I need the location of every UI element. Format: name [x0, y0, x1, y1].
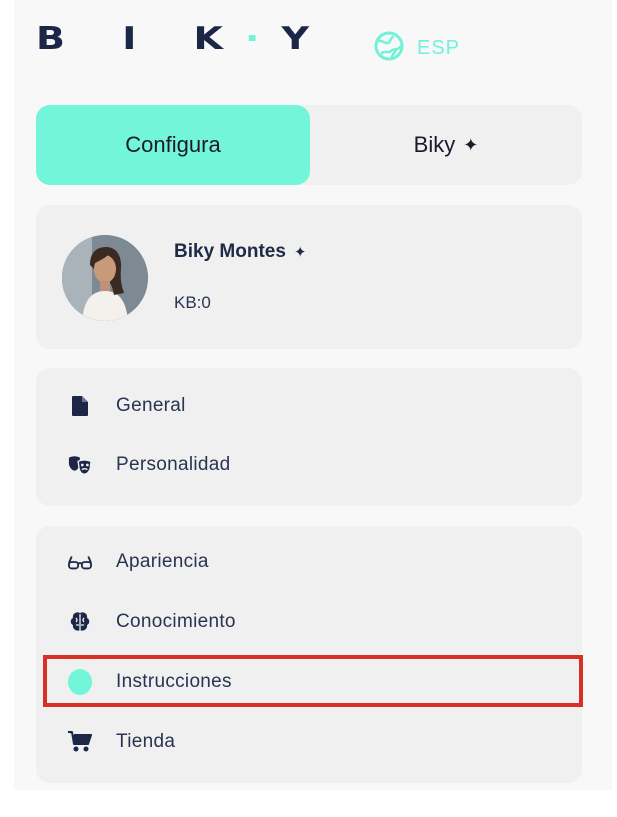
tab-bar: Configura Biky ✦ — [36, 105, 582, 185]
menu-item-label: General — [116, 395, 186, 416]
theater-masks-icon — [68, 453, 92, 477]
profile-kb: KB:0 — [174, 293, 211, 312]
document-icon — [68, 394, 92, 418]
language-label: ESP — [417, 36, 461, 59]
profile-name-text: Biky Montes — [174, 241, 286, 262]
menu-item-personalidad[interactable]: Personalidad — [36, 445, 582, 485]
profile-card: Biky Montes ✦ KB:0 — [36, 205, 582, 349]
menu-group-general: General Personalidad — [36, 368, 582, 506]
avatar[interactable] — [62, 235, 148, 321]
tab-biky[interactable]: Biky ✦ — [310, 105, 582, 185]
tab-configura[interactable]: Configura — [36, 105, 310, 185]
menu-item-apariencia[interactable]: Apariencia — [36, 542, 582, 582]
globe-icon — [373, 30, 405, 67]
menu-item-label: Tienda — [116, 731, 176, 752]
tab-biky-label: Biky — [413, 132, 456, 157]
biky-logo: B I K·Y — [36, 20, 331, 57]
menu-item-conocimiento[interactable]: Conocimiento — [36, 602, 582, 642]
cart-icon — [68, 730, 92, 754]
glasses-icon — [68, 550, 92, 574]
menu-item-label: Apariencia — [116, 551, 209, 572]
profile-name: Biky Montes ✦ — [174, 241, 307, 263]
language-selector[interactable]: ESP — [373, 30, 461, 67]
menu-item-tienda[interactable]: Tienda — [36, 722, 582, 762]
menu-item-general[interactable]: General — [36, 386, 582, 426]
menu-item-label: Personalidad — [116, 454, 231, 475]
header: B I K·Y ESP — [0, 0, 617, 90]
brain-icon — [68, 610, 92, 634]
sparkle-icon: ✦ — [293, 244, 307, 261]
tab-configura-label: Configura — [125, 132, 221, 157]
menu-item-label: Conocimiento — [116, 611, 236, 632]
sparkle-icon: ✦ — [463, 134, 479, 155]
highlight-box — [43, 655, 583, 707]
